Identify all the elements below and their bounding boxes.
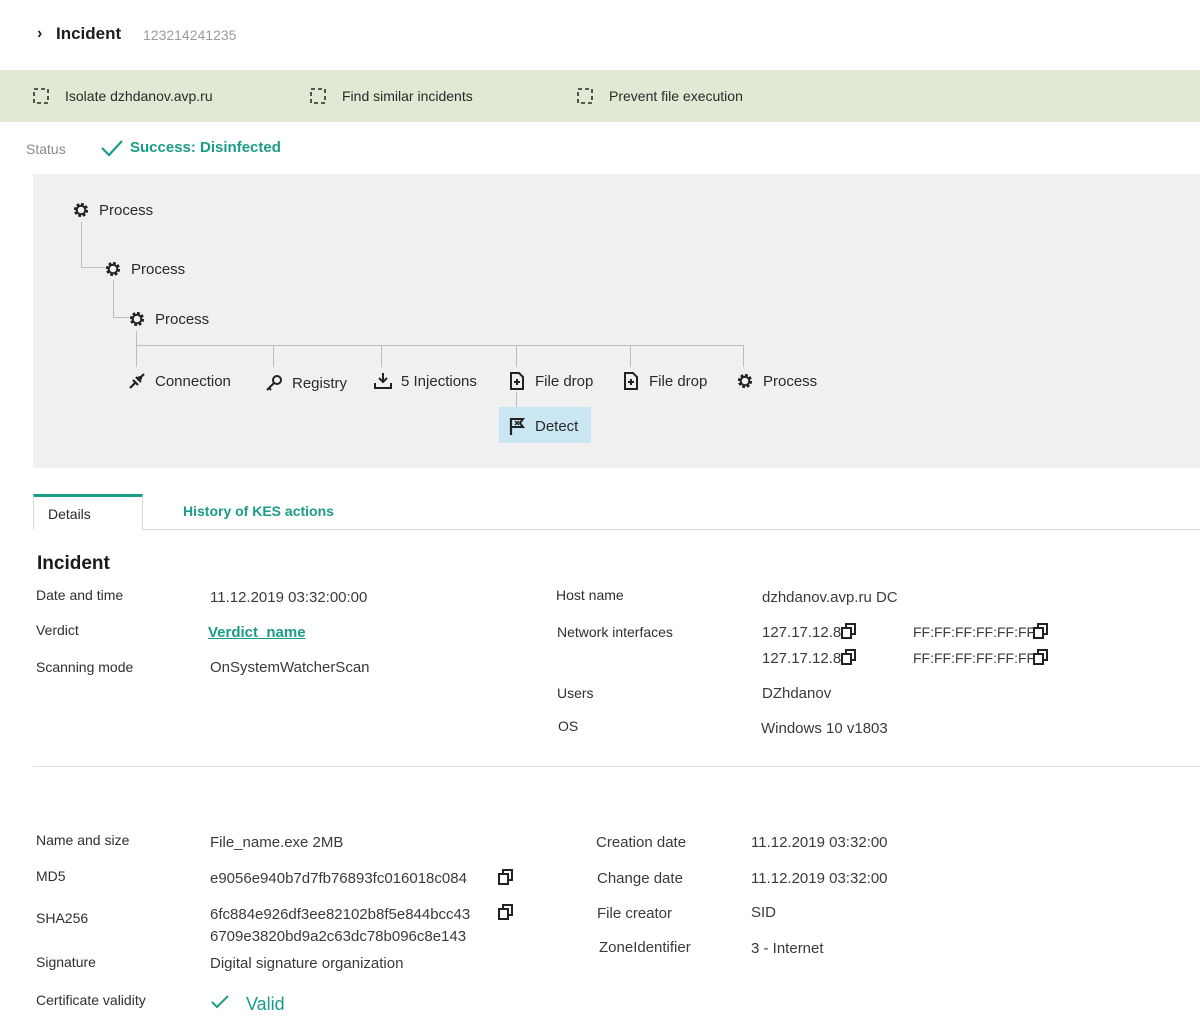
users-label: Users bbox=[557, 685, 594, 701]
plug-icon bbox=[129, 373, 145, 389]
detect-label: Detect bbox=[535, 417, 579, 435]
verdict-label: Verdict bbox=[36, 622, 79, 638]
verdict-link[interactable]: Verdict_name bbox=[208, 624, 306, 641]
incident-id: 123214241235 bbox=[143, 27, 237, 43]
file-add-icon bbox=[510, 372, 524, 390]
tab-details-label: Details bbox=[48, 506, 91, 522]
md5-value: e9056e940b7d7fb76893fc016018c084 bbox=[210, 870, 467, 887]
flag-icon bbox=[509, 418, 525, 435]
key-icon bbox=[266, 375, 282, 391]
network-interfaces-label: Network interfaces bbox=[557, 624, 673, 640]
certificate-validity-value: Valid bbox=[246, 994, 285, 1014]
status-value: Success: Disinfected bbox=[130, 139, 281, 156]
md5-label: MD5 bbox=[36, 868, 66, 884]
sha256-label: SHA256 bbox=[36, 910, 89, 926]
host-name-value: dzhdanov.avp.ru DC bbox=[762, 589, 898, 606]
process-node-label: Process bbox=[763, 372, 818, 390]
connection-label: Connection bbox=[155, 372, 231, 390]
registry-node[interactable]: Registry bbox=[264, 373, 347, 393]
section-title-incident: Incident bbox=[37, 553, 110, 574]
file-creator-value: SID bbox=[751, 904, 777, 921]
sha256-value-line1: 6fc884e926df3ee82102b8f5e844bcc43 bbox=[210, 906, 471, 923]
copy-icon[interactable] bbox=[1032, 648, 1050, 666]
copy-icon[interactable] bbox=[840, 622, 858, 640]
process-node-root[interactable]: Process bbox=[71, 200, 153, 220]
process-tree-graph: Process Process Process Connection Regis… bbox=[33, 174, 1200, 468]
os-value: Windows 10 v1803 bbox=[761, 720, 888, 737]
file-drop-label: File drop bbox=[535, 372, 594, 390]
change-date-value: 11.12.2019 03:32:00 bbox=[751, 870, 888, 887]
tab-details[interactable]: Details bbox=[33, 494, 143, 530]
placeholder-icon bbox=[33, 88, 49, 104]
process-node-label: Process bbox=[155, 310, 210, 328]
file-drop-node-1[interactable]: File drop bbox=[507, 371, 593, 391]
detect-node[interactable]: Detect bbox=[507, 416, 578, 436]
gear-icon bbox=[129, 311, 145, 327]
file-creator-label: File creator bbox=[597, 905, 673, 922]
find-similar-incidents-button[interactable]: Find similar incidents bbox=[310, 70, 473, 122]
name-size-value: File_name.exe 2MB bbox=[210, 834, 344, 851]
ip-address-value: 127.17.12.8 bbox=[762, 650, 842, 667]
zone-identifier-value: 3 - Internet bbox=[751, 940, 824, 957]
placeholder-icon bbox=[577, 88, 593, 104]
gear-icon bbox=[737, 373, 753, 389]
status-label: Status bbox=[26, 141, 66, 157]
signature-value: Digital signature organization bbox=[210, 955, 404, 972]
change-date-label: Change date bbox=[597, 870, 683, 887]
page-title: Incident bbox=[56, 24, 122, 43]
mac-address-value: FF:FF:FF:FF:FF:FF bbox=[913, 650, 1036, 666]
certificate-validity-label: Certificate validity bbox=[36, 992, 146, 1008]
tab-history-kes-actions[interactable]: History of KES actions bbox=[183, 503, 334, 519]
host-name-label: Host name bbox=[556, 587, 624, 603]
isolate-host-label: Isolate dzhdanov.avp.ru bbox=[65, 88, 213, 104]
ip-address-value: 127.17.12.8 bbox=[762, 624, 842, 641]
file-drop-label: File drop bbox=[649, 372, 708, 390]
date-time-label: Date and time bbox=[36, 587, 124, 603]
download-tray-icon bbox=[374, 373, 392, 389]
section-divider bbox=[33, 766, 1200, 767]
creation-date-label: Creation date bbox=[596, 834, 687, 851]
process-node-grandchild[interactable]: Process bbox=[127, 309, 209, 329]
process-node-child[interactable]: Process bbox=[103, 259, 185, 279]
connection-node[interactable]: Connection bbox=[127, 371, 231, 391]
date-time-value: 11.12.2019 03:32:00:00 bbox=[210, 589, 368, 606]
creation-date-value: 11.12.2019 03:32:00 bbox=[751, 834, 888, 851]
process-node-label: Process bbox=[131, 260, 186, 278]
scanning-mode-label: Scanning mode bbox=[36, 659, 134, 675]
mac-address-value: FF:FF:FF:FF:FF:FF bbox=[913, 624, 1036, 640]
sha256-value-line2: 6709e3820bd9a2c63dc78b096c8e143 bbox=[210, 928, 467, 945]
name-size-label: Name and size bbox=[36, 832, 130, 848]
os-label: OS bbox=[558, 718, 579, 734]
isolate-host-button[interactable]: Isolate dzhdanov.avp.ru bbox=[33, 70, 213, 122]
process-node-leaf[interactable]: Process bbox=[735, 371, 817, 391]
zone-identifier-label: ZoneIdentifier bbox=[599, 939, 691, 956]
scanning-mode-value: OnSystemWatcherScan bbox=[210, 659, 370, 676]
registry-label: Registry bbox=[292, 374, 348, 392]
injections-label: 5 Injections bbox=[401, 372, 477, 390]
copy-icon[interactable] bbox=[1032, 622, 1050, 640]
tabs-divider bbox=[143, 529, 1200, 530]
copy-icon[interactable] bbox=[497, 868, 515, 886]
users-value: DZhdanov bbox=[762, 685, 832, 702]
gear-icon bbox=[73, 202, 89, 218]
checkmark-icon bbox=[211, 995, 229, 1009]
checkmark-icon bbox=[101, 140, 123, 157]
signature-label: Signature bbox=[36, 954, 96, 970]
file-drop-node-2[interactable]: File drop bbox=[621, 371, 707, 391]
find-similar-label: Find similar incidents bbox=[342, 88, 473, 104]
prevent-file-execution-button[interactable]: Prevent file execution bbox=[577, 70, 743, 122]
file-add-icon bbox=[624, 372, 638, 390]
action-toolbar: Isolate dzhdanov.avp.ru Find similar inc… bbox=[0, 70, 1200, 122]
gear-icon bbox=[105, 261, 121, 277]
prevent-execution-label: Prevent file execution bbox=[609, 88, 743, 104]
copy-icon[interactable] bbox=[497, 903, 515, 921]
expand-chevron-icon[interactable]: › bbox=[37, 25, 42, 43]
copy-icon[interactable] bbox=[840, 648, 858, 666]
process-node-label: Process bbox=[99, 201, 154, 219]
injections-node[interactable]: 5 Injections bbox=[373, 371, 477, 391]
placeholder-icon bbox=[310, 88, 326, 104]
